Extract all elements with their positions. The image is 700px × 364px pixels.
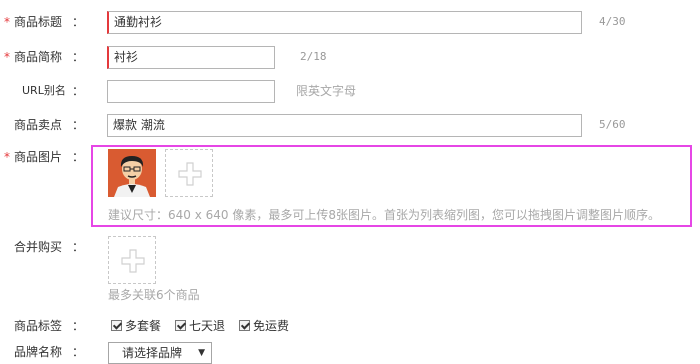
label-colon: ：	[72, 118, 85, 132]
tag-checkbox-seven-day-return[interactable]: 七天退	[175, 318, 225, 334]
bundle-label-text: 合并购买	[14, 240, 63, 254]
selling-points-input[interactable]: 爆款 潮流	[107, 114, 582, 137]
title-input[interactable]: 通勤衬衫	[107, 11, 582, 34]
label-colon: ：	[72, 50, 85, 64]
required-mark: *	[4, 50, 10, 64]
tags-label: 商品标签 ：	[0, 315, 100, 337]
plus-icon	[121, 249, 145, 273]
plus-icon	[178, 162, 202, 186]
tag-label: 七天退	[189, 319, 226, 333]
label-colon: ：	[72, 319, 85, 333]
short-name-counter: 2/18	[300, 50, 327, 63]
label-colon: ：	[72, 84, 85, 98]
bundle-hint: 最多关联6个商品	[108, 288, 200, 302]
checkbox-checked-icon[interactable]	[239, 320, 250, 331]
url-alias-label-text: URL别名	[22, 84, 66, 97]
tags-label-text: 商品标签	[14, 319, 63, 333]
brand-label: 品牌名称 ：	[0, 341, 100, 363]
selling-points-label-text: 商品卖点	[14, 118, 63, 132]
brand-select-value: 请选择品牌	[122, 346, 183, 360]
url-alias-label: URL别名 ：	[0, 80, 100, 102]
short-name-input[interactable]: 衬衫	[107, 46, 275, 69]
tag-checkbox-multi-package[interactable]: 多套餐	[111, 318, 161, 334]
images-label: * 商品图片 ：	[0, 146, 100, 168]
tag-label: 免运费	[253, 319, 290, 333]
man-avatar-icon[interactable]	[108, 149, 156, 197]
label-colon: ：	[72, 240, 85, 254]
brand-select[interactable]: 请选择品牌 ▼	[108, 342, 212, 364]
brand-label-text: 品牌名称	[14, 345, 63, 359]
checkbox-checked-icon[interactable]	[175, 320, 186, 331]
title-label: * 商品标题 ：	[0, 11, 100, 33]
short-name-label: * 商品简称 ：	[0, 46, 100, 68]
url-alias-input[interactable]	[107, 80, 275, 103]
image-upload-button[interactable]	[165, 149, 213, 197]
label-colon: ：	[72, 15, 85, 29]
images-hint: 建议尺寸：640 x 640 像素，最多可上传8张图片。首张为列表缩列图，您可以…	[108, 208, 660, 222]
tag-label: 多套餐	[125, 319, 162, 333]
checkbox-checked-icon[interactable]	[111, 320, 122, 331]
title-counter: 4/30	[599, 15, 626, 28]
selling-points-label: 商品卖点 ：	[0, 114, 100, 136]
bundle-label: 合并购买 ：	[0, 236, 100, 258]
images-label-text: 商品图片	[14, 150, 63, 164]
chevron-down-icon: ▼	[198, 348, 205, 358]
bundle-add-button[interactable]	[108, 236, 156, 284]
label-colon: ：	[72, 345, 85, 359]
required-mark: *	[4, 150, 10, 164]
selling-points-counter: 5/60	[599, 118, 626, 131]
tag-checkbox-free-shipping[interactable]: 免运费	[239, 318, 289, 334]
required-mark: *	[4, 15, 10, 29]
label-colon: ：	[72, 150, 85, 164]
title-label-text: 商品标题	[14, 15, 63, 29]
short-name-label-text: 商品简称	[14, 50, 63, 64]
url-alias-hint: 限英文字母	[296, 84, 357, 98]
